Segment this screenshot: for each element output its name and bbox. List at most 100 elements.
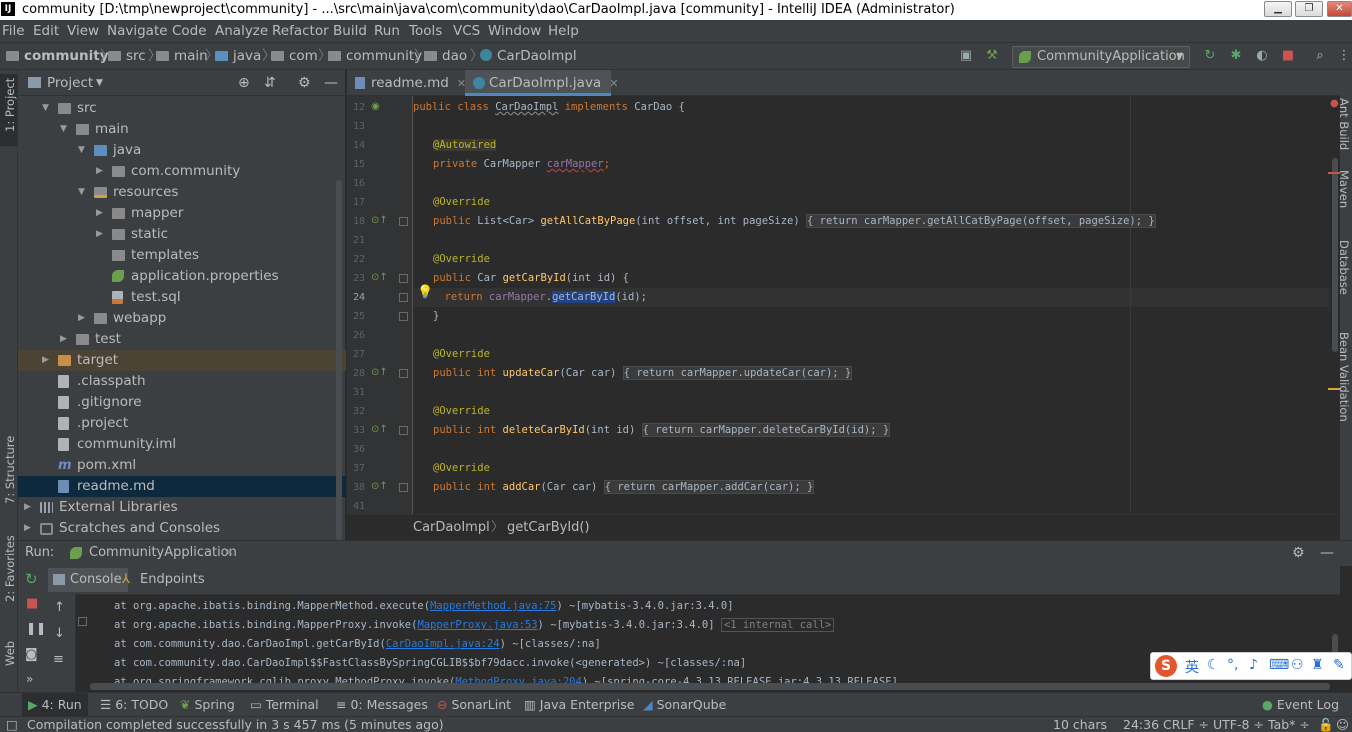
tree-item[interactable]: ▶ static <box>18 224 346 245</box>
tree-item[interactable]: ▼ main <box>18 119 346 140</box>
tree-item[interactable]: ▼ java <box>18 140 346 161</box>
fold-marker[interactable] <box>399 217 408 226</box>
menu-tools[interactable]: Tools <box>409 20 442 42</box>
chevron-down-icon[interactable]: ▼ <box>78 140 85 161</box>
menu-edit[interactable]: Edit <box>33 20 59 42</box>
pause-icon[interactable]: ❚❚ <box>26 621 46 635</box>
tree-item[interactable]: community.iml <box>18 434 346 455</box>
warning-marker[interactable] <box>1328 388 1340 390</box>
ime-language[interactable]: 英 <box>1185 657 1199 677</box>
chevron-right-icon[interactable]: ▶ <box>78 308 85 329</box>
chevron-down-icon[interactable]: ▼ <box>96 70 103 96</box>
shirt-icon[interactable]: ♜ <box>1311 657 1324 673</box>
fold-marker[interactable] <box>78 617 87 626</box>
run-config-tab[interactable]: CommunityApplication <box>89 541 237 565</box>
fold-marker[interactable] <box>399 274 408 283</box>
tree-item[interactable]: ▶ mapper <box>18 203 346 224</box>
status-message[interactable]: Compilation completed successfully in 3 … <box>27 717 444 732</box>
menu-window[interactable]: Window <box>488 20 541 42</box>
stacktrace-link[interactable]: MapperMethod.java:75 <box>430 600 556 612</box>
more-icon[interactable]: ⋮ <box>1336 48 1352 64</box>
menu-navigate[interactable]: Navigate <box>107 20 168 42</box>
chevron-right-icon[interactable]: ▶ <box>60 329 67 350</box>
menu-run[interactable]: Run <box>374 20 400 42</box>
tab-readme-md[interactable]: readme.md ✕ <box>347 70 466 96</box>
tool-tab-spring[interactable]: ❦ Spring <box>180 693 235 717</box>
implements-method-icon[interactable]: ⊙↑ <box>371 481 388 492</box>
breadcrumb-cardaoimpl[interactable]: CarDaoImpl <box>480 43 577 69</box>
scroll-down-icon[interactable]: ↓ <box>54 626 65 641</box>
chevron-right-icon[interactable]: ▶ <box>24 518 31 539</box>
status-toggle-icon[interactable]: □ <box>6 717 18 732</box>
tab-cardaoimpl-java[interactable]: CarDaoImpl.java ✕ <box>465 70 618 96</box>
build-hammer-icon[interactable]: ⚒ <box>984 48 1000 64</box>
search-icon[interactable]: ⌕ <box>1312 48 1328 64</box>
locate-file-icon[interactable]: ⊕ <box>238 70 250 96</box>
tree-item[interactable]: ▶ Scratches and Consoles <box>18 518 346 539</box>
close-tab-icon[interactable]: ✕ <box>225 541 234 565</box>
moon-icon[interactable]: ☾ <box>1207 657 1220 673</box>
wrench-icon[interactable]: ✎ <box>1333 657 1345 673</box>
more-tools-icon[interactable]: » <box>26 672 33 686</box>
gear-icon[interactable]: ⚙ <box>1292 541 1305 565</box>
tool-tab-terminal[interactable]: ▭ Terminal <box>250 693 319 717</box>
tree-item[interactable]: ▼ src <box>18 98 346 119</box>
soft-wrap-icon[interactable]: ≡ <box>53 652 64 667</box>
tree-item[interactable]: ▶ External Libraries <box>18 497 346 518</box>
fold-marker[interactable] <box>399 293 408 302</box>
tool-tab-sonarlint[interactable]: ⊖ SonarLint <box>437 693 511 717</box>
editor-scrollbar[interactable]: ● <box>1329 96 1340 514</box>
web-tool-tab[interactable]: Web <box>3 641 17 666</box>
structure-tool-tab[interactable]: 7: Structure <box>3 436 17 504</box>
breadcrumb-method[interactable]: getCarById() <box>507 515 590 541</box>
menu-vcs[interactable]: VCS <box>453 20 480 42</box>
hide-panel-icon[interactable]: — <box>324 70 338 96</box>
tree-item[interactable]: m pom.xml <box>18 455 346 476</box>
menu-file[interactable]: File <box>2 20 25 42</box>
tool-tab-sonarqube[interactable]: ◢ SonarQube <box>643 693 726 717</box>
gear-icon[interactable]: ⚙ <box>298 70 311 96</box>
breadcrumb-src[interactable]: src <box>108 43 146 69</box>
tree-item[interactable]: ▼ resources <box>18 182 346 203</box>
stacktrace-link[interactable]: CarDaoImpl.java:24 <box>386 638 500 650</box>
tree-item[interactable]: .project <box>18 413 346 434</box>
internal-call-fold[interactable]: <1 internal call> <box>720 618 835 632</box>
tree-item[interactable]: readme.md <box>18 476 346 497</box>
tree-item[interactable]: ▶ target <box>18 350 346 371</box>
tool-tab-messages[interactable]: ≡ 0: Messages <box>336 693 428 717</box>
tree-item[interactable]: .classpath <box>18 371 346 392</box>
hide-panel-icon[interactable]: — <box>1320 541 1334 565</box>
close-tab-icon[interactable]: ✕ <box>609 77 618 90</box>
tool-tab-java-enterprise[interactable]: ▥ Java Enterprise <box>524 693 634 717</box>
chevron-right-icon[interactable]: ▶ <box>42 350 49 371</box>
tab-console[interactable]: Console <box>48 568 128 592</box>
project-structure-icon[interactable]: ▣ <box>958 48 974 64</box>
ime-toolbar[interactable]: S 英 ☾ °, ♪ ⌨ ⚇ ♜ ✎ <box>1150 652 1352 680</box>
implements-method-icon[interactable]: ⊙↑ <box>371 367 388 378</box>
editor-scroll-thumb[interactable] <box>1332 158 1338 352</box>
fold-marker[interactable] <box>399 426 408 435</box>
file-encoding[interactable]: UTF-8 ÷ <box>1213 717 1264 732</box>
fold-marker[interactable] <box>399 483 408 492</box>
code-editor[interactable]: public class CarDaoImpl implements CarDa… <box>413 96 1340 514</box>
breadcrumb-com[interactable]: com <box>271 43 318 69</box>
tree-item[interactable]: ▶ webapp <box>18 308 346 329</box>
project-view-title[interactable]: Project <box>47 70 93 96</box>
tool-tab-run[interactable]: ▶ 4: Run <box>22 693 88 717</box>
tree-item[interactable]: ▶ com.community <box>18 161 346 182</box>
close-window-button[interactable]: ✕ <box>1327 1 1352 17</box>
menu-build[interactable]: Build <box>333 20 367 42</box>
tree-item[interactable]: templates <box>18 245 346 266</box>
fold-marker[interactable] <box>399 312 408 321</box>
line-separator[interactable]: CRLF ÷ <box>1163 717 1209 732</box>
microphone-icon[interactable]: ♪ <box>1249 657 1258 673</box>
scroll-up-icon[interactable]: ↑ <box>54 600 65 615</box>
tools-icon[interactable]: ⚇ <box>1291 657 1304 673</box>
collapse-all-icon[interactable]: ⇵ <box>264 70 276 96</box>
implements-method-icon[interactable]: ⊙↑ <box>371 424 388 435</box>
menu-help[interactable]: Help <box>548 20 579 42</box>
menu-refactor[interactable]: Refactor <box>272 20 329 42</box>
intention-bulb-icon[interactable]: 💡 <box>417 285 433 300</box>
maximize-button[interactable]: ❐ <box>1295 1 1323 17</box>
inspector-icon[interactable]: ☺ <box>1336 717 1349 732</box>
